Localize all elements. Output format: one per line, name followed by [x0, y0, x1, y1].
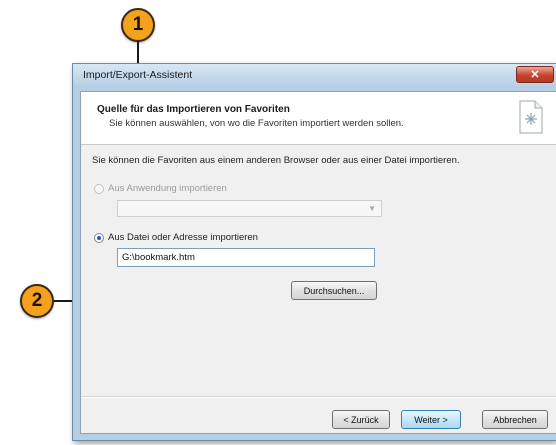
- chevron-down-icon: ▼: [368, 204, 376, 213]
- back-button[interactable]: < Zurück: [332, 410, 390, 429]
- radio-import-from-file[interactable]: Aus Datei oder Adresse importieren: [94, 232, 258, 243]
- close-icon: ✕: [530, 69, 540, 81]
- import-export-wizard-window: Import/Export-Assistent ✕ Quelle für das…: [72, 63, 556, 441]
- radio-label-application: Aus Anwendung importieren: [108, 183, 227, 194]
- browse-button[interactable]: Durchsuchen...: [291, 281, 377, 300]
- callout-badge-1: 1: [121, 8, 155, 42]
- document-star-icon: [519, 100, 543, 134]
- wizard-header: Quelle für das Importieren von Favoriten…: [81, 92, 556, 145]
- header-title: Quelle für das Importieren von Favoriten: [97, 104, 290, 115]
- footer-divider: [81, 396, 556, 398]
- close-button[interactable]: ✕: [516, 66, 554, 83]
- dialog-client-area: Quelle für das Importieren von Favoriten…: [80, 91, 556, 434]
- radio-button-file[interactable]: [94, 232, 104, 243]
- radio-label-file: Aus Datei oder Adresse importieren: [108, 232, 258, 243]
- radio-button-application[interactable]: [94, 183, 104, 194]
- radio-import-from-application[interactable]: Aus Anwendung importieren: [94, 183, 227, 194]
- next-button[interactable]: Weiter >: [401, 410, 461, 429]
- cancel-button[interactable]: Abbrechen: [482, 410, 548, 429]
- file-path-input[interactable]: [117, 248, 375, 267]
- callout-badge-2: 2: [20, 284, 54, 318]
- title-bar[interactable]: Import/Export-Assistent ✕: [73, 64, 556, 88]
- window-title: Import/Export-Assistent: [83, 69, 193, 81]
- intro-text: Sie können die Favoriten aus einem ander…: [92, 155, 460, 166]
- application-select[interactable]: ▼: [117, 200, 382, 217]
- header-subtitle: Sie können auswählen, von wo die Favorit…: [109, 118, 404, 129]
